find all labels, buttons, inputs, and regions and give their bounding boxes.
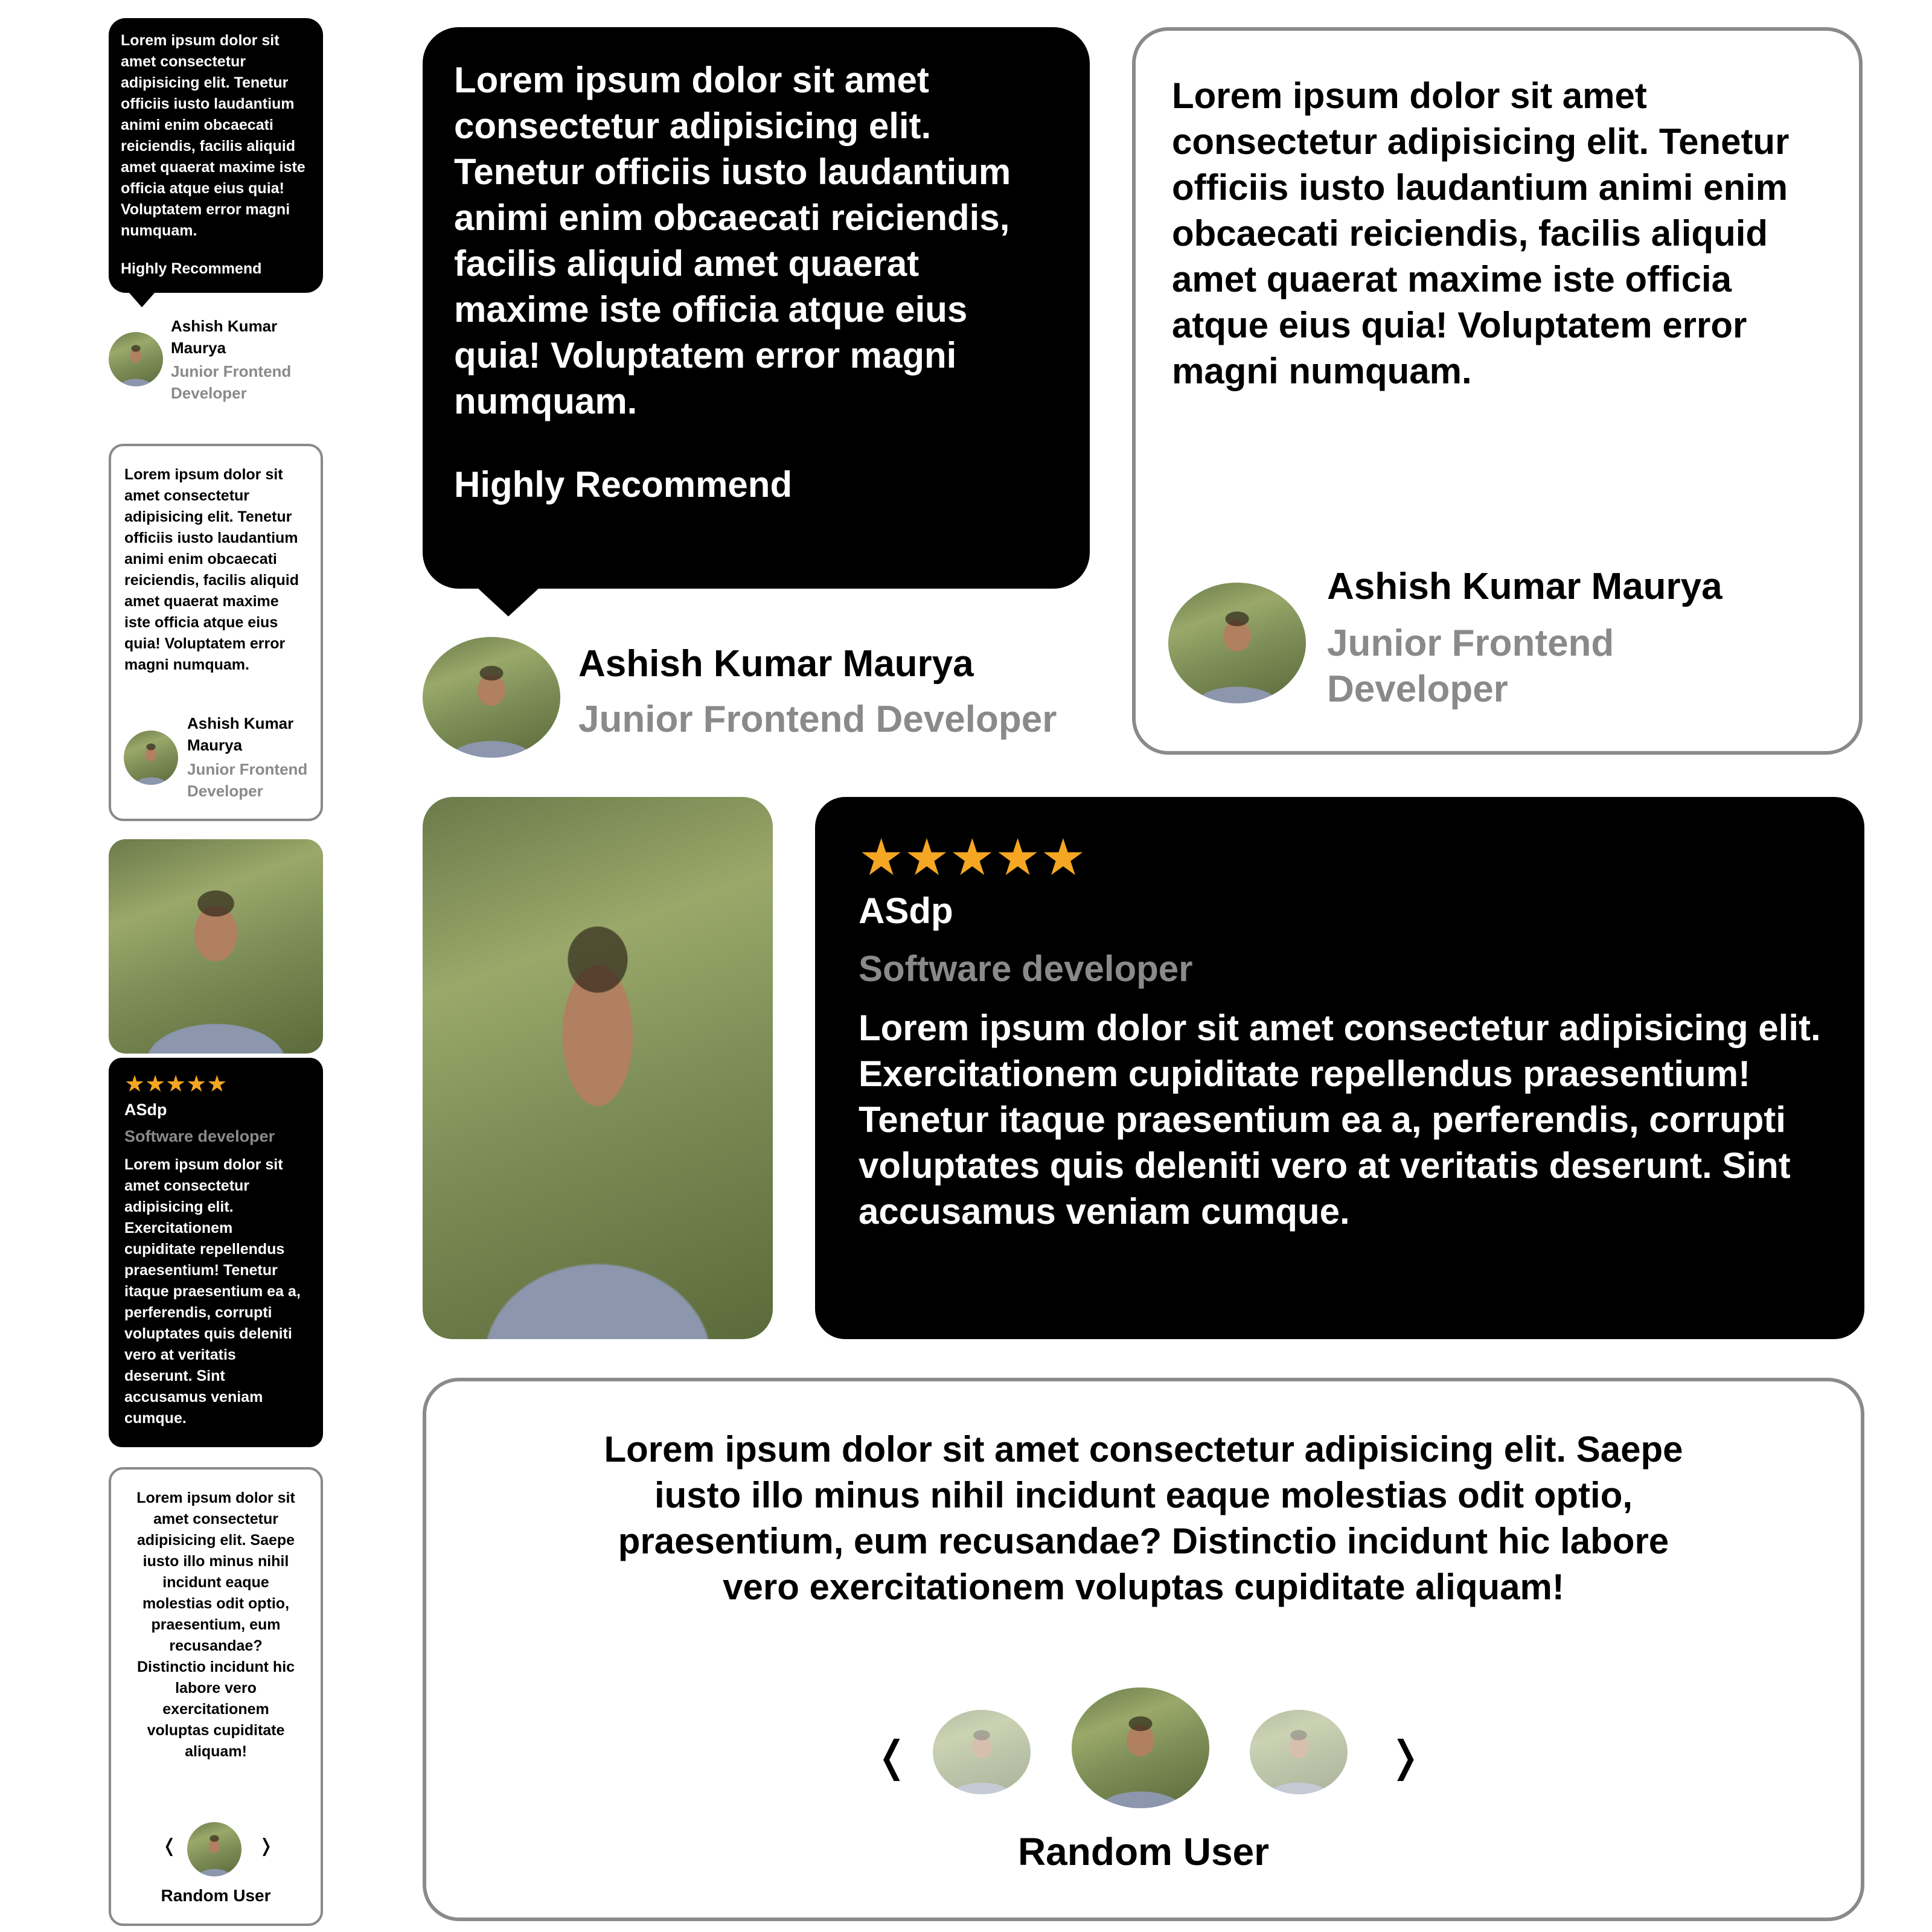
rating-stars: ★★★★★	[859, 830, 1821, 884]
small-rated-card: ★★★★★ ASdp Software developer Lorem ipsu…	[109, 1058, 323, 1447]
small-outlined-name: Ashish Kumar Maurya	[187, 714, 294, 754]
star-icon: ★	[145, 1072, 166, 1097]
small-rated-role: Software developer	[124, 1127, 275, 1145]
small-carousel-name: Random User	[161, 1886, 271, 1905]
star-icon: ★	[904, 829, 950, 886]
rated-name: ASdp	[859, 891, 953, 931]
small-bubble-role: Junior Frontend Developer	[171, 362, 292, 402]
outlined-avatar	[1168, 583, 1306, 703]
star-icon: ★	[124, 1072, 146, 1097]
outlined-name: Ashish Kumar Maurya	[1327, 566, 1722, 607]
star-icon: ★	[206, 1072, 228, 1097]
small-carousel-quote: Lorem ipsum dolor sit amet consectetur a…	[136, 1489, 295, 1760]
small-outlined-avatar	[124, 731, 178, 785]
small-bubble-arrow	[129, 292, 155, 307]
small-rated-quote: Lorem ipsum dolor sit amet consectetur a…	[124, 1156, 301, 1427]
bubble-quote: Lorem ipsum dolor sit amet consectetur a…	[454, 60, 1011, 421]
small-carousel-next-button[interactable]: ❭	[258, 1835, 273, 1857]
small-outlined-quote: Lorem ipsum dolor sit amet consectetur a…	[124, 466, 299, 673]
small-carousel-avatar	[187, 1822, 242, 1876]
star-icon: ★	[1040, 829, 1086, 886]
star-icon: ★	[165, 1072, 187, 1097]
carousel-avatar-current	[1072, 1687, 1209, 1808]
small-outlined-role: Junior Frontend Developer	[187, 760, 308, 800]
small-carousel-prev-button[interactable]: ❬	[162, 1835, 177, 1857]
small-bubble-recommend: Highly Recommend	[121, 260, 262, 277]
carousel-avatar-next[interactable]	[1250, 1710, 1348, 1794]
carousel-name: Random User	[1017, 1830, 1270, 1873]
bubble-recommend: Highly Recommend	[454, 464, 793, 505]
star-icon: ★	[949, 829, 995, 886]
carousel-next-button[interactable]: ❭	[1387, 1732, 1423, 1781]
carousel-quote: Lorem ipsum dolor sit amet consectetur a…	[604, 1429, 1683, 1607]
carousel-prev-button[interactable]: ❬	[874, 1732, 910, 1781]
star-icon: ★	[994, 829, 1041, 886]
small-rated-photo	[109, 839, 323, 1054]
rated-role: Software developer	[859, 948, 1193, 989]
bubble-card: Lorem ipsum dolor sit amet consectetur a…	[423, 27, 1090, 589]
small-bubble-quote: Lorem ipsum dolor sit amet consectetur a…	[121, 32, 305, 239]
bubble-role: Junior Frontend Developer	[578, 699, 1057, 740]
small-bubble-avatar	[109, 332, 163, 386]
outlined-role: Junior Frontend Developer	[1327, 622, 1614, 710]
outlined-quote: Lorem ipsum dolor sit amet consectetur a…	[1172, 75, 1790, 391]
rated-quote: Lorem ipsum dolor sit amet consectetur a…	[859, 1008, 1821, 1232]
rated-card: ★★★★★ ASdp Software developer Lorem ipsu…	[815, 797, 1864, 1339]
bubble-arrow	[477, 587, 540, 616]
bubble-name: Ashish Kumar Maurya	[578, 643, 974, 685]
star-icon: ★	[186, 1072, 207, 1097]
bubble-avatar	[423, 637, 560, 758]
star-icon: ★	[859, 829, 904, 886]
small-rated-name: ASdp	[124, 1101, 167, 1119]
small-bubble-card: Lorem ipsum dolor sit amet consectetur a…	[109, 18, 323, 293]
small-bubble-name: Ashish Kumar Maurya	[171, 317, 278, 357]
carousel-avatar-prev[interactable]	[933, 1710, 1031, 1794]
small-rating-stars: ★★★★★	[124, 1071, 307, 1098]
rated-photo	[423, 797, 773, 1339]
